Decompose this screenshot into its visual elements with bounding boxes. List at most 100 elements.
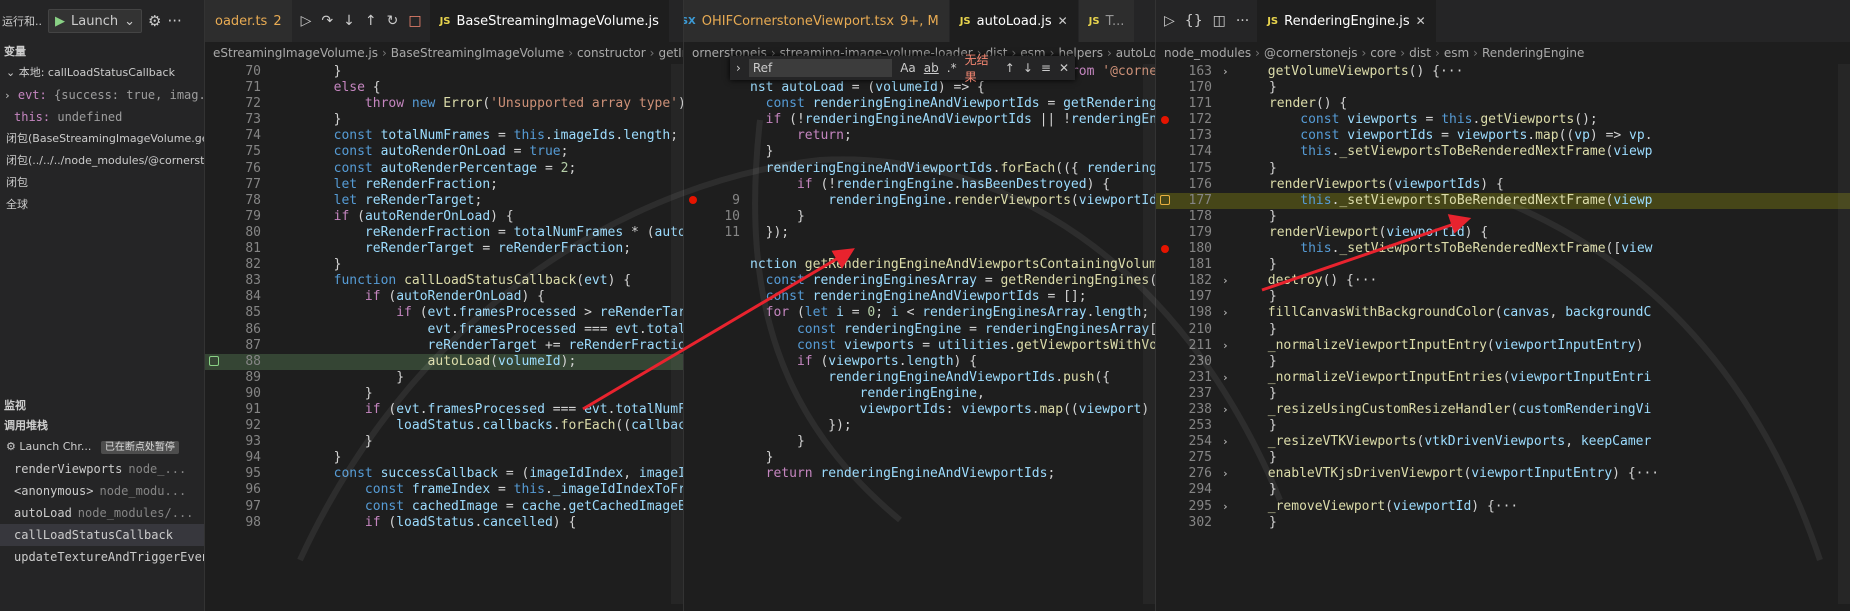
code-line[interactable]: 80 reRenderFraction = totalNumFrames * (… bbox=[205, 225, 683, 241]
code-line[interactable]: 73 } bbox=[205, 112, 683, 128]
breadcrumb-item[interactable]: RenderingEngine bbox=[1482, 46, 1584, 60]
chevron-right-icon[interactable]: › bbox=[1222, 467, 1229, 480]
breadcrumb-item[interactable]: core bbox=[1370, 46, 1396, 60]
code-line[interactable]: 93 } bbox=[205, 434, 683, 450]
selection-icon[interactable]: ≡ bbox=[1041, 61, 1051, 75]
code-line[interactable]: 86 evt.framesProcessed === evt.totalNumF… bbox=[205, 322, 683, 338]
code-line[interactable]: nction getRenderingEngineAndViewportsCon… bbox=[684, 257, 1155, 273]
breakpoint-icon[interactable] bbox=[1161, 244, 1169, 253]
code-line[interactable]: 253 } bbox=[1156, 418, 1850, 434]
continue-icon[interactable]: ▷ bbox=[301, 13, 312, 29]
code-line[interactable]: } bbox=[684, 450, 1155, 466]
code-line[interactable]: 97 const cachedImage = cache.getCachedIm… bbox=[205, 499, 683, 515]
breakpoint-icon[interactable] bbox=[1161, 115, 1169, 124]
code-line[interactable]: 174 this._setViewportsToBeRenderedNextFr… bbox=[1156, 144, 1850, 160]
code-line[interactable]: const viewports = utilities.getViewports… bbox=[684, 338, 1155, 354]
code-line[interactable]: 175 } bbox=[1156, 161, 1850, 177]
code-line[interactable]: 9 renderingEngine.renderViewports(viewpo… bbox=[684, 193, 1155, 209]
code-line[interactable]: 163 › getVolumeViewports() {··· bbox=[1156, 64, 1850, 80]
closure-scope[interactable]: 闭包(../../../node_modules/@cornersto bbox=[0, 150, 204, 172]
chevron-right-icon[interactable]: › bbox=[1222, 339, 1229, 352]
chevron-right-icon[interactable]: › bbox=[1222, 435, 1229, 448]
code-line[interactable]: 275 } bbox=[1156, 450, 1850, 466]
code-area[interactable]: 163 › getVolumeViewports() {··· 170 } 171 r… bbox=[1156, 64, 1850, 531]
chevron-right-icon[interactable]: › bbox=[1222, 306, 1229, 319]
code-line[interactable]: 302 } bbox=[1156, 515, 1850, 531]
code-line[interactable]: 91 if (evt.framesProcessed === evt.total… bbox=[205, 402, 683, 418]
code-line[interactable]: viewportIds: viewports.map((viewport) =>… bbox=[684, 402, 1155, 418]
chevron-right-icon[interactable]: › bbox=[1222, 403, 1229, 416]
code-line[interactable]: 294 } bbox=[1156, 482, 1850, 498]
code-line[interactable]: const renderingEngineAndViewportIds = ge… bbox=[684, 96, 1155, 112]
code-line[interactable]: renderingEngine, bbox=[684, 386, 1155, 402]
code-line[interactable]: } bbox=[684, 434, 1155, 450]
code-line[interactable]: for (let i = 0; i < renderingEnginesArra… bbox=[684, 305, 1155, 321]
stack-frame-selected[interactable]: callLoadStatusCallback bbox=[0, 524, 204, 546]
arrow-up-icon[interactable]: ↑ bbox=[1005, 61, 1015, 75]
chevron-right-icon[interactable]: › bbox=[1222, 371, 1229, 384]
scrollbar[interactable] bbox=[1143, 64, 1155, 604]
code-line[interactable]: 70 } bbox=[205, 64, 683, 80]
step-out-icon[interactable]: ↑ bbox=[365, 13, 377, 29]
gutter[interactable] bbox=[1156, 241, 1174, 257]
code-line[interactable]: 173 const viewportIds = viewports.map((v… bbox=[1156, 128, 1850, 144]
code-line[interactable]: const renderingEngine = renderingEngines… bbox=[684, 322, 1155, 338]
tab-other[interactable]: JS T... bbox=[1078, 0, 1136, 42]
find-input[interactable]: Ref bbox=[748, 59, 893, 77]
breadcrumb-item[interactable]: autoLoad.js bbox=[1116, 46, 1155, 60]
code-line[interactable]: 254 › _resizeVTKViewports(vtkDrivenViewpo… bbox=[1156, 434, 1850, 450]
tab-base-streaming[interactable]: JS BaseStreamingImageVolume.js bbox=[429, 0, 670, 42]
local-scope[interactable]: ⌄ 本地: callLoadStatusCallback bbox=[0, 62, 204, 84]
code-line[interactable]: 170 } bbox=[1156, 80, 1850, 96]
split-editor-icon[interactable]: ◫ bbox=[1213, 13, 1226, 29]
more-icon[interactable]: ··· bbox=[167, 12, 181, 30]
gutter[interactable] bbox=[684, 193, 702, 209]
global-scope[interactable]: 全球 bbox=[0, 194, 204, 216]
chevron-right-icon[interactable]: › bbox=[736, 61, 741, 75]
code-line[interactable]: 171 render() { bbox=[1156, 96, 1850, 112]
code-line[interactable]: 181 } bbox=[1156, 257, 1850, 273]
watch-section-header[interactable]: 监视 bbox=[0, 396, 204, 416]
chevron-right-icon[interactable]: › bbox=[1222, 65, 1229, 78]
breadcrumb-item[interactable]: BaseStreamingImageVolume bbox=[391, 46, 564, 60]
chevron-right-icon[interactable]: › bbox=[1222, 274, 1229, 287]
closure-scope[interactable]: 闭包(BaseStreamingImageVolume.getI bbox=[0, 128, 204, 150]
code-line[interactable]: if (!renderingEngine.hasBeenDestroyed) { bbox=[684, 177, 1155, 193]
tab-autoload[interactable]: JS autoLoad.js ✕ bbox=[949, 0, 1079, 42]
code-line[interactable]: 180 this._setViewportsToBeRenderedNextFr… bbox=[1156, 241, 1850, 257]
code-line[interactable]: 85 if (evt.framesProcessed > reRenderTar… bbox=[205, 305, 683, 321]
scrollbar[interactable] bbox=[671, 64, 683, 604]
gutter[interactable] bbox=[1156, 112, 1174, 128]
stack-frame[interactable]: <anonymous> node_modu... bbox=[0, 480, 204, 502]
chevron-right-icon[interactable]: › bbox=[1222, 500, 1229, 513]
stack-frame[interactable]: autoLoad node_modules/... bbox=[0, 502, 204, 524]
code-line[interactable]: 81 reRenderTarget = reRenderFraction; bbox=[205, 241, 683, 257]
callstack-section-header[interactable]: 调用堆栈 bbox=[0, 416, 204, 436]
code-line[interactable]: 198 › fillCanvasWithBackgroundColor(canva… bbox=[1156, 305, 1850, 321]
code-line[interactable]: 197 } bbox=[1156, 289, 1850, 305]
code-line[interactable]: 92 loadStatus.callbacks.forEach((callbac… bbox=[205, 418, 683, 434]
tab-ohif-viewport[interactable]: TSX OHIFCornerstoneViewport.tsx 9+, M bbox=[684, 0, 950, 42]
breadcrumb-item[interactable]: @cornerstonejs bbox=[1264, 46, 1357, 60]
code-line[interactable]: 82 } bbox=[205, 257, 683, 273]
variable-row[interactable]: this: undefined bbox=[0, 106, 204, 128]
code-line[interactable]: return renderingEngineAndViewportIds; bbox=[684, 466, 1155, 482]
code-line[interactable]: 276 › enableVTKjsDrivenViewport(viewportI… bbox=[1156, 466, 1850, 482]
code-line[interactable]: renderingEngineAndViewportIds.push({ bbox=[684, 370, 1155, 386]
breakpoint-icon[interactable] bbox=[689, 196, 697, 205]
code-line[interactable]: 79 if (autoRenderOnLoad) { bbox=[205, 209, 683, 225]
code-line[interactable]: 182 › destroy() {··· bbox=[1156, 273, 1850, 289]
code-line[interactable]: 72 throw new Error('Unsupported array ty… bbox=[205, 96, 683, 112]
code-line[interactable]: 295 › _removeViewport(viewportId) {··· bbox=[1156, 499, 1850, 515]
code-line[interactable]: 178 } bbox=[1156, 209, 1850, 225]
braces-icon[interactable]: {} bbox=[1185, 13, 1203, 29]
code-line[interactable] bbox=[684, 241, 1155, 257]
code-line[interactable]: const renderingEnginesArray = getRenderi… bbox=[684, 273, 1155, 289]
code-line[interactable]: if (viewports.length) { bbox=[684, 354, 1155, 370]
code-line[interactable]: 172 const viewports = this.getViewports(… bbox=[1156, 112, 1850, 128]
code-line[interactable]: 210 } bbox=[1156, 322, 1850, 338]
code-line[interactable]: 211 › _normalizeViewportInputEntry(viewpo… bbox=[1156, 338, 1850, 354]
breadcrumb-item[interactable]: esm bbox=[1444, 46, 1469, 60]
code-line[interactable]: 89 } bbox=[205, 370, 683, 386]
code-line[interactable]: if (!renderingEngineAndViewportIds || !r… bbox=[684, 112, 1155, 128]
